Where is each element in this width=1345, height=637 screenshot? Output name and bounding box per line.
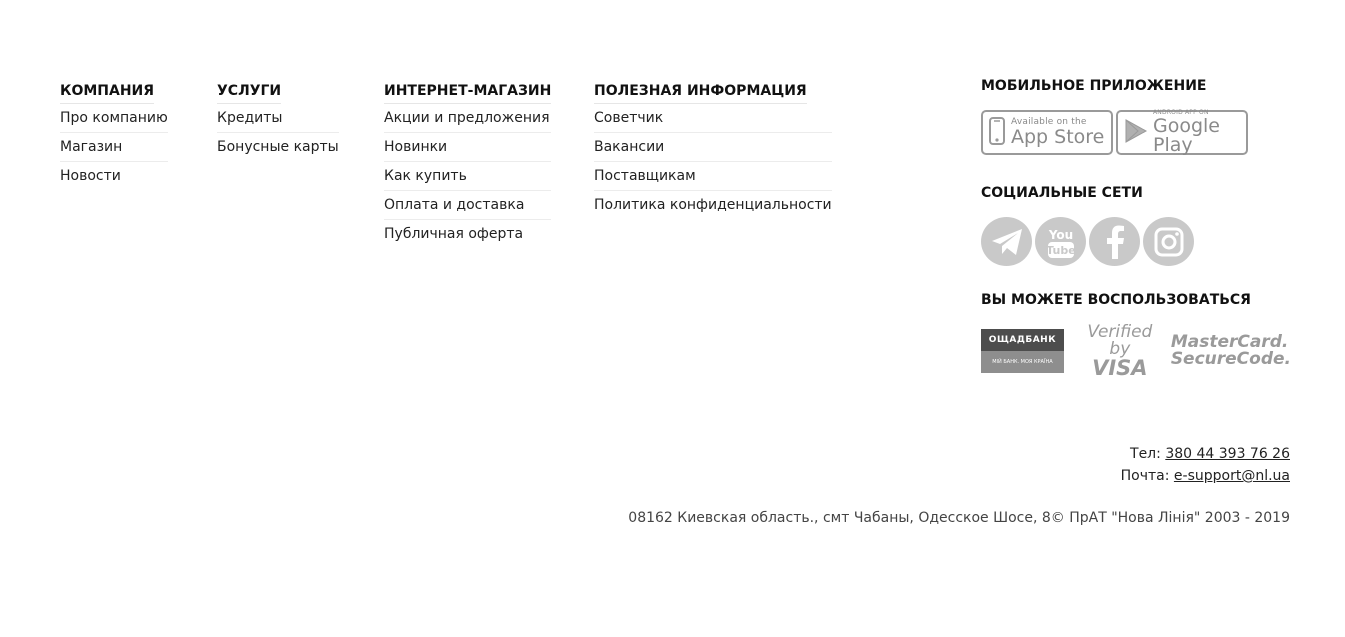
link-about-company[interactable]: Про компанию xyxy=(60,104,168,133)
store-badges: Available on the App Store ANDROID APP O… xyxy=(981,110,1291,155)
svg-text:You: You xyxy=(1047,228,1072,242)
footer-column-services: УСЛУГИ Кредиты Бонусные карты xyxy=(217,80,339,161)
link-bonus-cards[interactable]: Бонусные карты xyxy=(217,133,339,161)
app-store-label: App Store xyxy=(1011,126,1105,148)
vbv-line2: VISA xyxy=(1092,355,1148,380)
svg-text:Tube: Tube xyxy=(1046,244,1075,257)
email-line: Почта: e-support@nl.ua xyxy=(1121,465,1290,487)
google-play-label: Google Play xyxy=(1153,115,1221,156)
column-title: ИНТЕРНЕТ-МАГАЗИН xyxy=(384,81,552,104)
link-promotions[interactable]: Акции и предложения xyxy=(384,104,552,133)
link-credits[interactable]: Кредиты xyxy=(217,104,339,133)
column-title: УСЛУГИ xyxy=(217,81,282,104)
payments-title: ВЫ МОЖЕТЕ ВОСПОЛЬЗОВАТЬСЯ xyxy=(981,292,1251,308)
link-news[interactable]: Новости xyxy=(60,162,168,190)
google-play-button[interactable]: ANDROID APP ON Google Play xyxy=(1116,110,1248,155)
social-title: СОЦИАЛЬНЫЕ СЕТИ xyxy=(981,185,1143,201)
link-list: Про компанию Магазин Новости xyxy=(60,104,168,190)
email-label: Почта: xyxy=(1120,468,1170,484)
vbv-line1: Verified by xyxy=(1087,321,1153,359)
phone-line: Тел: 380 44 393 76 26 xyxy=(1121,443,1290,465)
link-privacy-policy[interactable]: Политика конфиденциальности xyxy=(594,191,832,219)
footer-column-useful-info: ПОЛЕЗНАЯ ИНФОРМАЦИЯ Советчик Вакансии По… xyxy=(594,80,832,219)
link-list: Акции и предложения Новинки Как купить О… xyxy=(384,104,552,248)
email-link[interactable]: e-support@nl.ua xyxy=(1174,468,1290,484)
column-title: КОМПАНИЯ xyxy=(60,81,155,104)
youtube-icon[interactable]: You Tube xyxy=(1035,217,1086,266)
mc-line2: SecureCode. xyxy=(1170,349,1291,369)
link-list: Кредиты Бонусные карты xyxy=(217,104,339,161)
phone-link[interactable]: 380 44 393 76 26 xyxy=(1165,446,1290,462)
footer-column-online-shop: ИНТЕРНЕТ-МАГАЗИН Акции и предложения Нов… xyxy=(384,80,552,248)
oschadbank-name: ОЩАДБАНК xyxy=(981,329,1064,351)
address-copyright: 08162 Киевская область., смт Чабаны, Оде… xyxy=(628,510,1290,526)
link-how-to-buy[interactable]: Как купить xyxy=(384,162,552,191)
link-new-arrivals[interactable]: Новинки xyxy=(384,133,552,162)
footer-column-company: КОМПАНИЯ Про компанию Магазин Новости xyxy=(60,80,168,190)
oschadbank-logo: ОЩАДБАНК МІЙ БАНК. МОЯ КРАЇНА xyxy=(981,329,1064,373)
payment-logos: ОЩАДБАНК МІЙ БАНК. МОЯ КРАЇНА Verified b… xyxy=(981,323,1291,378)
facebook-icon[interactable] xyxy=(1089,217,1140,266)
oschadbank-slogan: МІЙ БАНК. МОЯ КРАЇНА xyxy=(981,351,1064,373)
mobile-app-title: МОБИЛЬНОЕ ПРИЛОЖЕНИЕ xyxy=(981,78,1207,94)
telegram-icon[interactable] xyxy=(981,217,1032,266)
instagram-icon[interactable] xyxy=(1143,217,1194,266)
link-public-offer[interactable]: Публичная оферта xyxy=(384,220,551,248)
phone-icon xyxy=(989,116,1005,149)
link-advisor[interactable]: Советчик xyxy=(594,104,832,133)
link-list: Советчик Вакансии Поставщикам Политика к… xyxy=(594,104,832,219)
footer-right-section: МОБИЛЬНОЕ ПРИЛОЖЕНИЕ Available on the Ap… xyxy=(981,74,1291,378)
link-suppliers[interactable]: Поставщикам xyxy=(594,162,832,191)
verified-by-visa-logo: Verified by VISA xyxy=(1079,321,1161,380)
column-title: ПОЛЕЗНАЯ ИНФОРМАЦИЯ xyxy=(594,81,807,104)
mastercard-securecode-logo: MasterCard. SecureCode. xyxy=(1171,334,1291,368)
link-shop[interactable]: Магазин xyxy=(60,133,168,162)
contacts: Тел: 380 44 393 76 26 Почта: e-support@n… xyxy=(1121,443,1290,487)
play-icon xyxy=(1124,118,1148,148)
phone-label: Тел: xyxy=(1130,446,1161,462)
social-links: You Tube xyxy=(981,217,1291,266)
link-payment-delivery[interactable]: Оплата и доставка xyxy=(384,191,552,220)
link-vacancies[interactable]: Вакансии xyxy=(594,133,832,162)
app-store-button[interactable]: Available on the App Store xyxy=(981,110,1113,155)
